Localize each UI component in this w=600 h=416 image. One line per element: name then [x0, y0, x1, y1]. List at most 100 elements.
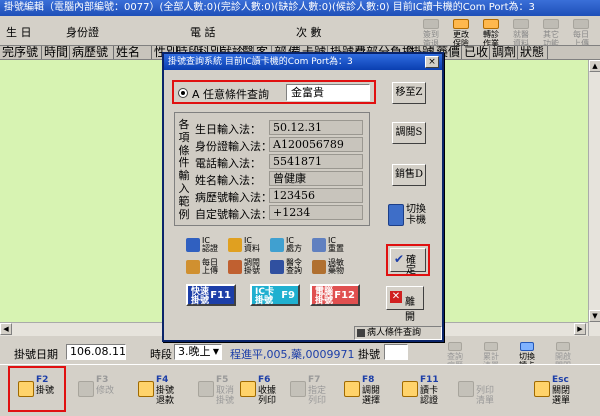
pre-register-input[interactable] [384, 344, 408, 360]
date-input[interactable]: 106.08.11 [66, 344, 126, 360]
register-mode-key: F11 [210, 290, 231, 301]
function-key-code: F7 [308, 375, 321, 385]
register-mode-button[interactable]: 電腦 掛號 F12 [310, 284, 360, 306]
example-label: 自定號輸入法： [195, 208, 272, 221]
ic-function-button[interactable]: 調閱 掛號 [228, 258, 268, 276]
ic-function-label: 每日 上傳 [202, 258, 218, 275]
vertical-scrollbar[interactable]: ▲ ▼ [588, 60, 600, 336]
function-key-f7[interactable]: F7 指定 列印 [286, 371, 334, 411]
checkmark-icon: ✔ [394, 252, 405, 266]
function-key-icon [240, 381, 256, 397]
period-select[interactable]: 3.晚上 ▼ [174, 344, 222, 360]
ic-function-icon [270, 238, 284, 252]
tool-icon [483, 19, 499, 29]
card-reader-icon [388, 204, 404, 226]
column-header[interactable]: 時間 [42, 46, 70, 59]
close-icon[interactable]: × [425, 56, 439, 68]
column-header[interactable]: 完序號 [0, 46, 42, 59]
example-value: 50.12.31 [269, 120, 363, 135]
ic-function-label: IC 重置 [328, 236, 344, 253]
example-row: 自定號輸入法： +1234 [195, 205, 369, 221]
footer-label: 病人條件查詢 [367, 328, 422, 338]
ic-function-button[interactable]: IC 重置 [312, 236, 352, 254]
column-header[interactable]: 調劑 [490, 46, 518, 59]
dialog-title: 掛號查詢系統 目前IC讀卡機的Com Port為：3 [164, 54, 442, 70]
status-tool-button[interactable]: 開啟 關閉 [548, 342, 578, 370]
status-tool-button[interactable]: 累計 清單 [476, 342, 506, 370]
query-option-radio[interactable] [178, 88, 188, 98]
scroll-left-icon[interactable]: ◀ [0, 323, 12, 335]
tool-icon [513, 19, 529, 29]
function-key-code: F8 [362, 375, 375, 385]
window-title: 掛號編輯（電腦內部編號：0077）(全部人數:0)(完診人數:0)(缺診人數:0… [0, 0, 600, 16]
status-tool-button[interactable]: 查詢 病歷 [440, 342, 470, 370]
register-mode-button[interactable]: IC卡 掛號 F9 [250, 284, 300, 306]
visits-label: 次 數 [296, 26, 322, 39]
top-tool-button[interactable]: 每日 上傳 [566, 18, 596, 48]
top-tool-button[interactable]: 轉診 作業 [476, 18, 506, 48]
example-row: 生日輸入法： 50.12.31 [195, 120, 369, 136]
example-row: 身份證輸入法： A120056789 [195, 137, 369, 153]
function-key-f8[interactable]: F8 調閱 選擇 [340, 371, 388, 411]
query-input[interactable]: 金富貴 [286, 84, 370, 101]
ic-function-icon [186, 238, 200, 252]
function-key-code: Esc [552, 375, 569, 385]
function-key-f4[interactable]: F4 掛號 退款 [134, 371, 182, 411]
top-tool-button[interactable]: 簽到 簽退 [416, 18, 446, 48]
ic-function-label: 醫令 查詢 [286, 258, 302, 275]
status-tool-button[interactable]: 切換 讀卡 [512, 342, 542, 370]
confirm-highlight-frame: ✔ 確定 [386, 244, 430, 276]
scroll-right-icon[interactable]: ▶ [574, 323, 586, 335]
column-header[interactable]: 病歷號 [70, 46, 114, 59]
sell-button[interactable]: 銷售D [392, 164, 426, 186]
function-key-f6[interactable]: F6 收據 列印 [236, 371, 284, 411]
move-to-button[interactable]: 移至Z [392, 82, 426, 104]
ic-function-button[interactable]: 醫令 查詢 [270, 258, 310, 276]
example-label: 電話輸入法： [195, 157, 261, 170]
switch-card-label: 切換 卡機 [406, 204, 426, 226]
tool-icon [484, 342, 498, 351]
query-option-row: A 任意條件查詢 金富貴 [172, 80, 376, 104]
example-label: 身份證輸入法： [195, 140, 272, 153]
scroll-down-icon[interactable]: ▼ [589, 310, 600, 322]
tool-icon [423, 19, 439, 29]
leave-button[interactable]: ✕ 離開 [386, 286, 424, 323]
register-mode-key: F9 [281, 290, 295, 301]
function-key-f11[interactable]: F11 讀卡 認證 [398, 371, 446, 411]
ic-function-icon [312, 260, 326, 274]
scroll-up-icon[interactable]: ▲ [589, 60, 600, 72]
function-key-esc[interactable]: Esc 關閉 選單 [530, 371, 578, 411]
switch-card-reader-button[interactable]: 切換 卡機 [388, 202, 432, 230]
ic-function-button[interactable]: IC 資料 [228, 236, 268, 254]
function-key-code: F11 [420, 375, 439, 385]
function-key-f5[interactable]: F5 取消 掛號 [194, 371, 242, 411]
column-header[interactable]: 狀態 [518, 46, 548, 59]
example-value: 5541871 [269, 154, 363, 169]
ic-function-label: IC 處方 [286, 236, 302, 253]
register-mode-button[interactable]: 快速 掛號 F11 [186, 284, 236, 306]
footer-icon [357, 329, 365, 337]
function-key-label: 調閱 選擇 [362, 386, 381, 406]
tool-icon [556, 342, 570, 351]
function-key-icon [458, 381, 474, 397]
function-key-print[interactable]: 列印 清單 [454, 371, 502, 411]
function-key-label: 列印 清單 [476, 386, 495, 406]
ic-function-button[interactable]: 每日 上傳 [186, 258, 226, 276]
top-tool-button[interactable]: 更改 保險 [446, 18, 476, 48]
period-value: 3.晚上 [178, 345, 211, 358]
example-value: A120056789 [269, 137, 363, 152]
register-mode-label: IC卡 掛號 [255, 287, 274, 306]
ic-function-button[interactable]: IC 認證 [186, 236, 226, 254]
ic-function-button[interactable]: 過敏 藥物 [312, 258, 352, 276]
view-button[interactable]: 調閱S [392, 122, 426, 144]
top-tool-button[interactable]: 其它 功能 [536, 18, 566, 48]
register-mode-key: F12 [334, 290, 355, 301]
leave-label: 離開 [405, 297, 415, 323]
confirm-button[interactable]: ✔ 確定 [390, 248, 426, 276]
function-key-f3[interactable]: F3 修改 [74, 371, 122, 411]
ic-function-button[interactable]: IC 處方 [270, 236, 310, 254]
column-header[interactable]: 姓名 [114, 46, 152, 59]
column-header[interactable]: 已收 [462, 46, 490, 59]
example-value: 123456 [269, 188, 363, 203]
top-tool-button[interactable]: 就醫 資料 [506, 18, 536, 48]
